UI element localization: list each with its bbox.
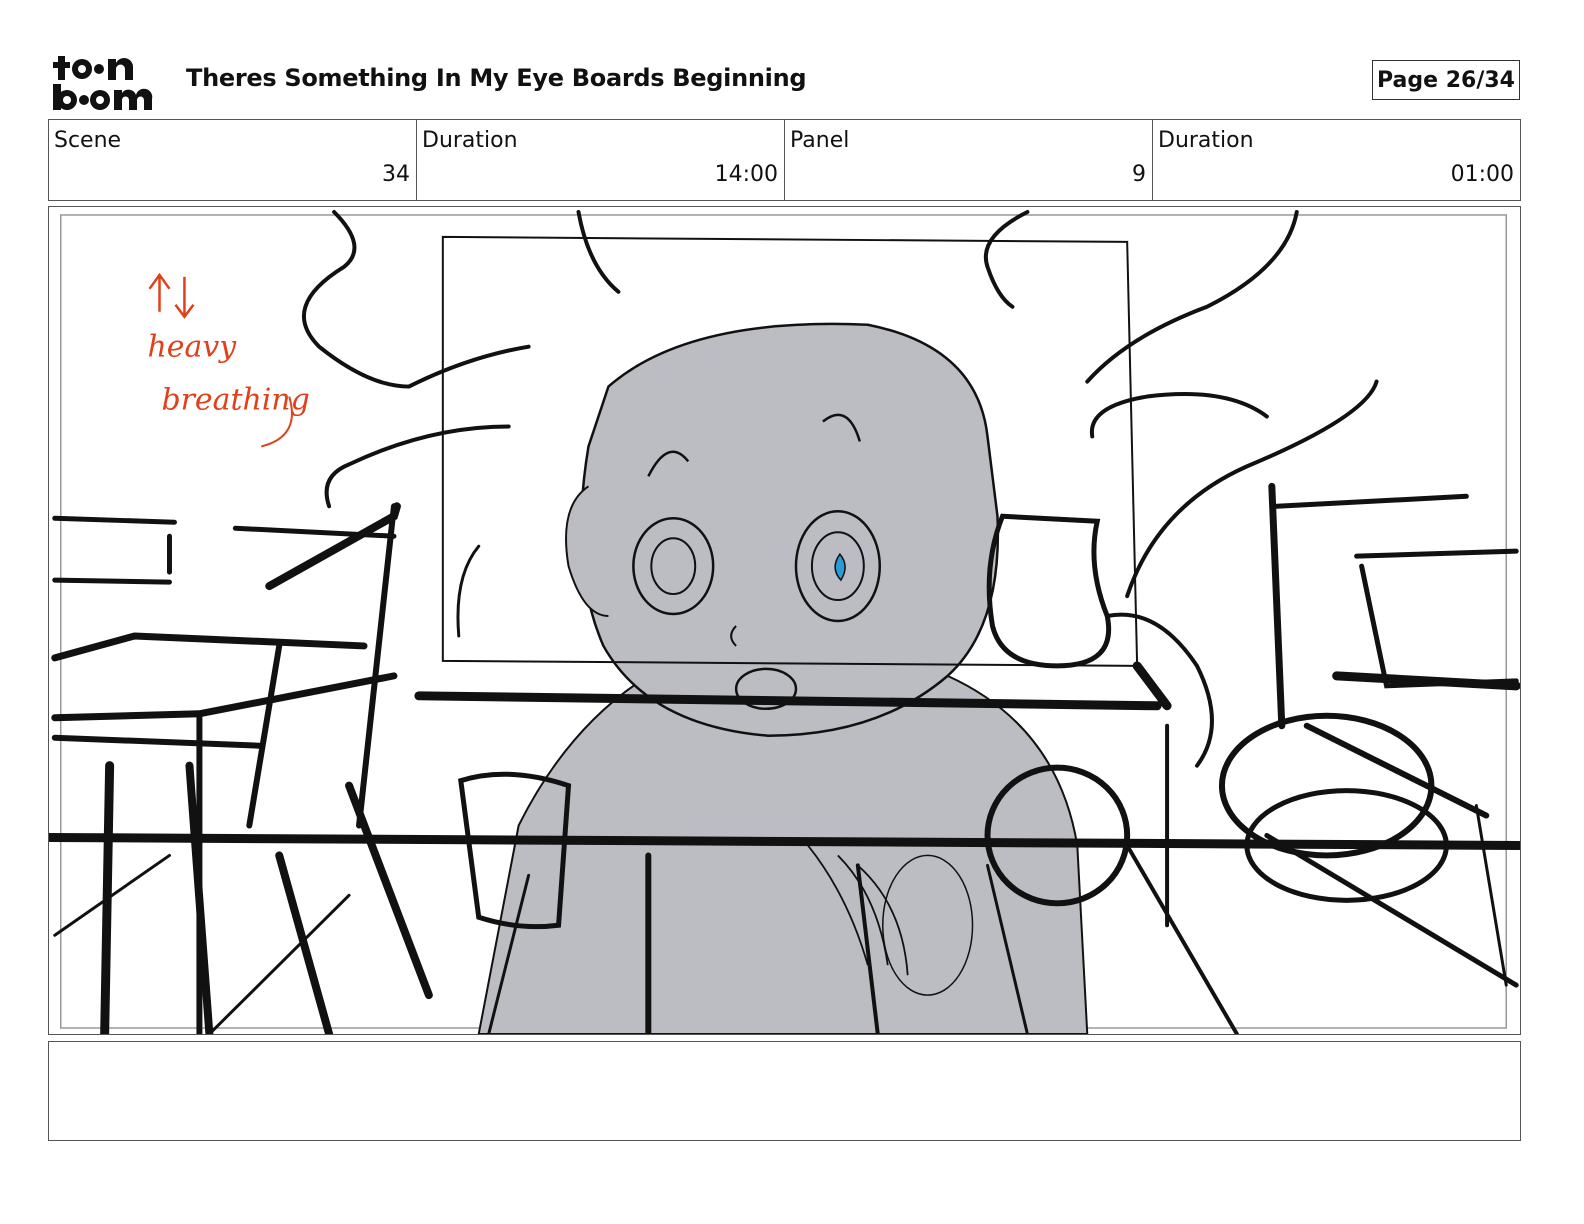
storyboard-panel: heavy breathing: [48, 206, 1521, 1035]
scene-info-table: Scene 34 Duration 14:00 Panel 9 Duration…: [48, 119, 1521, 201]
panel-label: Panel: [790, 128, 850, 153]
toon-boom-logo: [53, 56, 153, 110]
board-title: Theres Something In My Eye Boards Beginn…: [186, 64, 807, 92]
character-figure: [477, 322, 1089, 1034]
scene-duration-value: 14:00: [714, 162, 778, 187]
annotation-breathing: breathing: [162, 383, 310, 418]
panel-value: 9: [1132, 162, 1146, 187]
panel-duration-value: 01:00: [1450, 162, 1514, 187]
scene-cell: Scene 34: [49, 120, 417, 200]
panel-sketch: heavy breathing: [49, 209, 1520, 1034]
character-head: [580, 322, 1000, 737]
panel-duration-cell: Duration 01:00: [1153, 120, 1520, 200]
panel-cell: Panel 9: [785, 120, 1153, 200]
down-arrow-icon: [174, 276, 195, 319]
scene-duration-label: Duration: [422, 128, 518, 153]
scene-duration-cell: Duration 14:00: [417, 120, 785, 200]
scene-value: 34: [382, 162, 410, 187]
panel-caption-box: [48, 1041, 1521, 1141]
annotation-heavy: heavy: [148, 330, 238, 365]
panel-duration-label: Duration: [1158, 128, 1254, 153]
scene-label: Scene: [54, 128, 122, 153]
up-arrow-icon: [148, 272, 171, 312]
breathing-annotation: heavy breathing: [148, 272, 310, 448]
page-indicator: Page 26/34: [1372, 60, 1520, 100]
